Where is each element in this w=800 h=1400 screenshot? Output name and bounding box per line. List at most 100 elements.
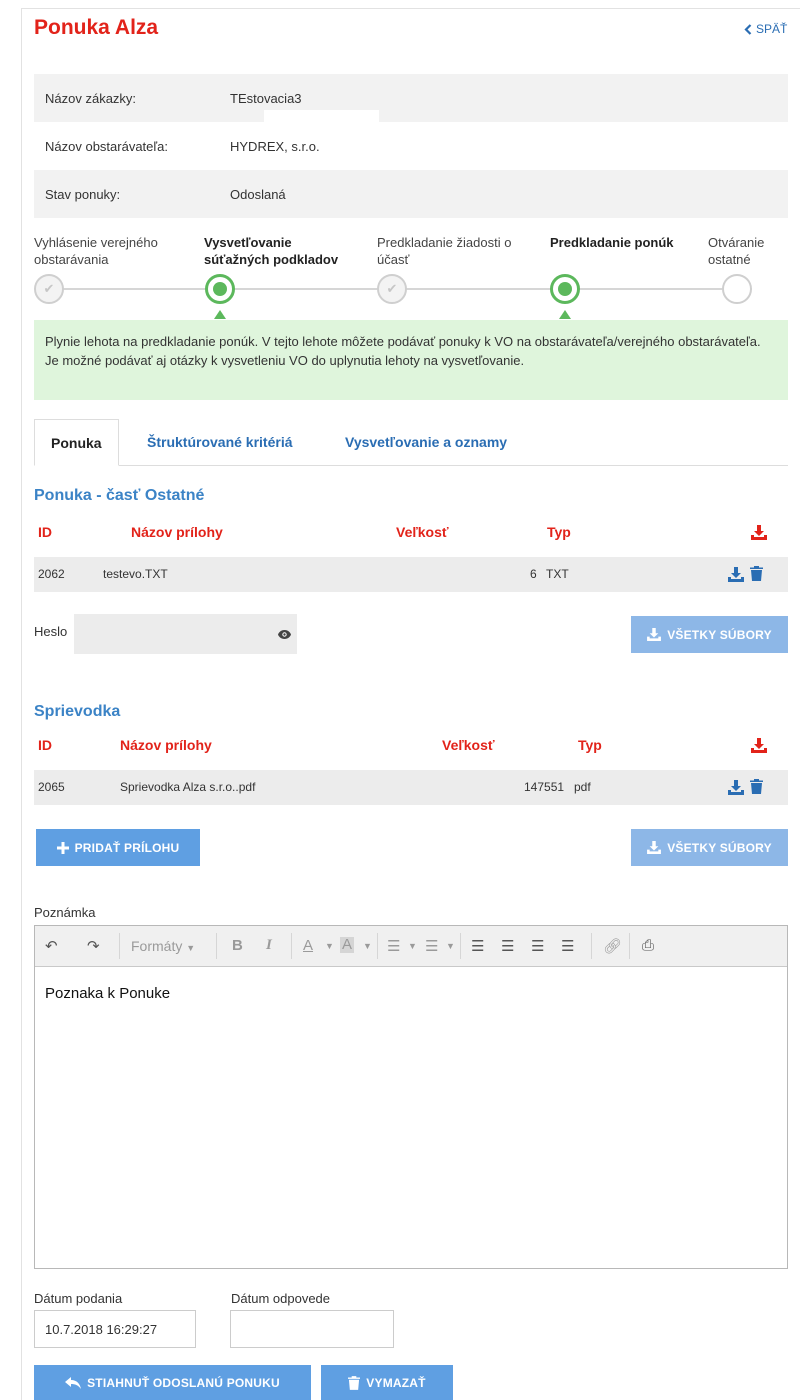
button-label: STIAHNUŤ ODOSLANÚ PONUKU [87, 1375, 280, 1390]
process-steps: Vyhlásenie verejného obstarávania Vysvet… [34, 234, 800, 319]
check-icon: ✔ [43, 281, 55, 296]
info-row-offer-status: Stav ponuky: Odoslaná [34, 170, 788, 218]
download-all-icon[interactable] [751, 738, 767, 753]
bullet-list-icon[interactable]: ☰ [387, 937, 400, 955]
cell-name: testevo.TXT [103, 567, 168, 581]
info-table: Názov zákazky: TEstovacia3 Názov obstará… [34, 74, 788, 218]
back-link-label: SPÄŤ [756, 22, 788, 36]
align-center-icon[interactable]: ☰ [501, 937, 514, 955]
step-connector-line [62, 288, 752, 290]
response-date-field[interactable] [230, 1310, 394, 1348]
cell-name: Sprievodka Alza s.r.o..pdf [120, 780, 256, 794]
download-all-files-button[interactable]: VŠETKY SÚBORY [631, 616, 788, 653]
step-circle-active [205, 274, 235, 304]
bold-icon[interactable]: B [232, 937, 243, 954]
step-circle-done: ✔ [34, 274, 64, 304]
toolbar-divider [291, 933, 292, 959]
step-label-line: Vysvetľovanie [204, 235, 292, 250]
step-label-line: obstarávania [34, 252, 109, 267]
print-icon[interactable]: ⎙ [642, 937, 654, 954]
download-icon [647, 628, 662, 641]
button-label: PRIDAŤ PRÍLOHU [74, 840, 180, 855]
align-right-icon[interactable]: ☰ [531, 937, 544, 955]
button-label: VŠETKY SÚBORY [667, 627, 772, 642]
download-submitted-offer-button[interactable]: STIAHNUŤ ODOSLANÚ PONUKU [34, 1365, 311, 1400]
step-label-line: ostatné [708, 252, 751, 267]
caret-down-icon[interactable]: ▼ [363, 941, 372, 951]
page-title: Ponuka Alza [34, 16, 159, 39]
step-circle-done: ✔ [377, 274, 407, 304]
note-label: Poznámka [34, 905, 96, 920]
trash-icon[interactable] [750, 566, 763, 584]
toolbar-divider [119, 933, 120, 959]
tab-clarifications[interactable]: Vysvetľovanie a oznamy [345, 419, 507, 466]
cell-id: 2062 [38, 567, 65, 581]
offer-section-title: Ponuka - časť Ostatné [34, 487, 205, 504]
trash-icon[interactable] [750, 779, 763, 797]
tab-structured-criteria[interactable]: Štruktúrované kritériá [147, 419, 293, 466]
align-left-icon[interactable]: ☰ [471, 937, 484, 955]
step-pointer-icon [214, 310, 226, 319]
plus-icon [56, 841, 69, 854]
step-label-3: Predkladanie žiadosti o účasť [377, 234, 511, 268]
cell-type: pdf [574, 780, 591, 794]
add-attachment-button[interactable]: PRIDAŤ PRÍLOHU [36, 829, 200, 866]
info-value: HYDREX, s.r.o. [230, 138, 320, 154]
numbered-list-icon[interactable]: ☰ [425, 937, 438, 955]
cover-section-title: Sprievodka [34, 703, 121, 720]
password-label: Heslo [34, 624, 68, 639]
step-label-line: Vyhlásenie verejného [34, 235, 158, 250]
chevron-left-icon [744, 23, 752, 35]
tab-ponuka[interactable]: Ponuka [34, 419, 119, 466]
step-label-2: Vysvetľovanie súťažných podkladov [204, 234, 338, 268]
eye-icon[interactable] [278, 627, 291, 642]
password-input[interactable] [74, 614, 297, 654]
editor-content[interactable]: Poznaka k Ponuke [35, 967, 787, 1020]
redo-icon[interactable]: ↷ [87, 937, 100, 955]
caret-down-icon: ▼ [186, 943, 196, 953]
caret-down-icon[interactable]: ▼ [408, 941, 417, 951]
submitted-date-field[interactable]: 10.7.2018 16:29:27 [34, 1310, 196, 1348]
table-row: 2062 testevo.TXT 6 TXT [34, 557, 788, 592]
step-label-5: Otváranie ostatné [708, 234, 764, 268]
step-label-1: Vyhlásenie verejného obstarávania [34, 234, 158, 268]
formats-dropdown[interactable]: Formáty ▼ [131, 938, 195, 954]
background-color-icon[interactable]: A [340, 937, 355, 953]
step-circle-active [550, 274, 580, 304]
download-icon[interactable] [728, 780, 744, 795]
cell-id: 2065 [38, 780, 65, 794]
toolbar-divider [591, 933, 592, 959]
info-row-contract: Názov zákazky: TEstovacia3 [34, 74, 788, 122]
col-header-id: ID [38, 737, 52, 753]
text-color-icon[interactable]: A [303, 937, 313, 954]
response-date-label: Dátum odpovede [231, 1291, 331, 1306]
step-label-line: Predkladanie ponúk [550, 235, 674, 250]
step-label-4: Predkladanie ponúk [550, 234, 674, 251]
link-icon[interactable]: 🔗︎ [603, 937, 622, 955]
download-icon[interactable] [728, 567, 744, 582]
table-row: 2065 Sprievodka Alza s.r.o..pdf 147551 p… [34, 770, 788, 805]
toolbar-divider [629, 933, 630, 959]
download-all-icon[interactable] [751, 525, 767, 540]
delete-button[interactable]: VYMAZAŤ [321, 1365, 453, 1400]
col-header-name: Názov prílohy [120, 737, 212, 753]
check-icon: ✔ [386, 281, 398, 296]
col-header-type: Typ [578, 737, 602, 753]
active-dot-icon [558, 282, 572, 296]
undo-icon[interactable]: ↶ [45, 937, 58, 955]
formats-label: Formáty [131, 938, 183, 954]
back-link[interactable]: SPÄŤ [744, 22, 787, 36]
info-label: Názov obstarávateľa: [45, 138, 169, 154]
col-header-type: Typ [547, 524, 571, 540]
button-label: VYMAZAŤ [366, 1375, 426, 1390]
caret-down-icon[interactable]: ▼ [325, 941, 334, 951]
cell-size: 147551 [524, 780, 565, 794]
submitted-date-label: Dátum podania [34, 1291, 123, 1306]
col-header-id: ID [38, 524, 52, 540]
download-icon [647, 841, 662, 854]
toolbar-divider [460, 933, 461, 959]
italic-icon[interactable]: I [266, 937, 272, 954]
align-justify-icon[interactable]: ☰ [561, 937, 574, 955]
caret-down-icon[interactable]: ▼ [446, 941, 455, 951]
download-all-files-button[interactable]: VŠETKY SÚBORY [631, 829, 788, 866]
